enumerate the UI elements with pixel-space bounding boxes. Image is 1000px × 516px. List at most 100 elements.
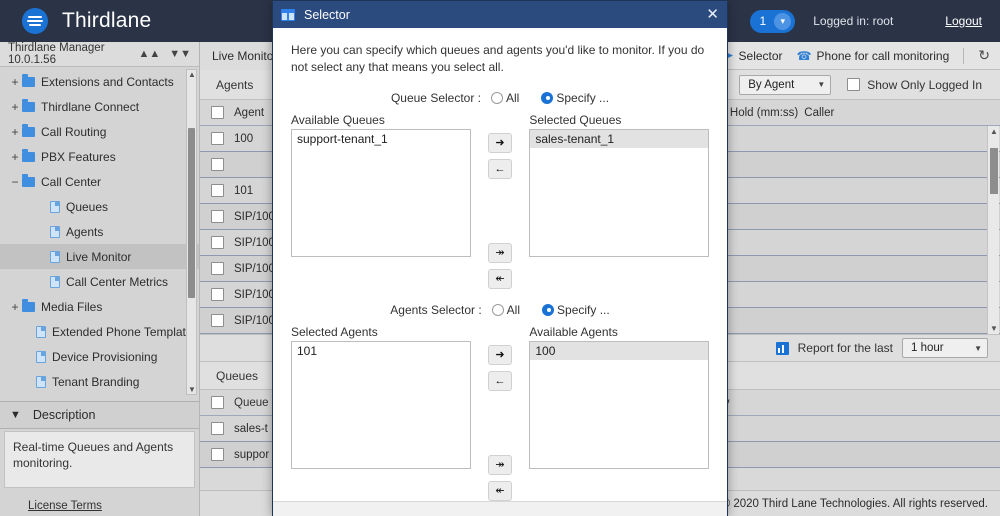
row-checkbox[interactable] [200, 210, 234, 223]
sidebar-item-media-files[interactable]: +Media Files [0, 294, 199, 319]
row-checkbox[interactable] [200, 262, 234, 275]
tree-toggle-icon[interactable]: + [8, 75, 22, 89]
row-checkbox[interactable] [200, 288, 234, 301]
agents-selector-all-radio[interactable]: All [492, 303, 520, 317]
scroll-up-icon[interactable]: ▲ [188, 70, 195, 79]
scroll-down-icon[interactable]: ▼ [188, 385, 195, 394]
row-checkbox[interactable] [200, 158, 234, 171]
show-only-logged-in-checkbox[interactable]: Show Only Logged In [847, 78, 982, 92]
tree-toggle-icon[interactable]: + [8, 150, 22, 164]
available-agents-listbox[interactable]: 100 [529, 341, 709, 469]
sidebar-item-extended-phone-templat[interactable]: Extended Phone Templat... [0, 319, 199, 344]
sidebar-item-call-center[interactable]: −Call Center [0, 169, 199, 194]
row-checkbox[interactable] [200, 132, 234, 145]
queue-move-all-left-button[interactable]: ↞ [488, 269, 512, 289]
phone-icon: ☎ [797, 49, 812, 63]
queues-section-label: Queues [210, 369, 258, 383]
dialog-description: Here you can specify which queues and ag… [291, 42, 709, 77]
queue-selector-radios: Queue Selector : All Specify ... [291, 91, 709, 105]
row-checkbox[interactable] [200, 314, 234, 327]
chevron-down-icon: ▾ [774, 13, 791, 30]
available-agent-option[interactable]: 100 [530, 342, 708, 360]
selected-queue-option[interactable]: sales-tenant_1 [530, 130, 708, 148]
sidebar-item-extensions-and-contacts[interactable]: + Extensions and Contacts [0, 69, 199, 94]
available-queues-column: Available Queues support-tenant_1 [291, 113, 471, 289]
selected-queues-listbox[interactable]: sales-tenant_1 [529, 129, 709, 257]
checkbox-box [847, 78, 860, 91]
double-chevron-down-icon[interactable]: ▼▼ [169, 48, 191, 60]
filter-controls: By Agent ▼ Show Only Logged In [739, 75, 990, 95]
scroll-down-icon[interactable]: ▼ [990, 324, 998, 333]
queue-transfer-buttons: ➜ ← ↠ ↞ [471, 113, 530, 289]
sidebar-item-agents[interactable]: Agents [0, 219, 199, 244]
select-all-checkbox[interactable] [200, 106, 234, 119]
sidebar-item-label: Tenant Branding [52, 375, 139, 389]
row-checkbox[interactable] [200, 184, 234, 197]
description-header[interactable]: ▼ Description [0, 401, 199, 429]
agents-move-left-button[interactable]: ← [488, 371, 512, 391]
tree-toggle-icon[interactable]: + [8, 125, 22, 139]
license-terms-link[interactable]: License Terms [28, 500, 102, 512]
sidebar-item-call-routing[interactable]: + Call Routing [0, 119, 199, 144]
sidebar-item-queues[interactable]: Queues [0, 194, 199, 219]
sidebar-item-label: Queues [66, 200, 108, 214]
agents-move-all-right-button[interactable]: ↠ [488, 455, 512, 475]
selected-agent-option[interactable]: 101 [292, 342, 470, 360]
tenant-selector[interactable]: 1 ▾ [750, 10, 796, 33]
queue-selector-specify-radio[interactable]: Specify ... [541, 91, 609, 105]
row-checkbox[interactable] [200, 236, 234, 249]
sidebar-item-thirdlane-connect[interactable]: +Thirdlane Connect [0, 94, 199, 119]
available-queue-option[interactable]: support-tenant_1 [292, 130, 470, 148]
report-period-select[interactable]: 1 hour ▼ [902, 338, 988, 358]
sidebar-item-label: Agents [66, 225, 103, 239]
group-by-select[interactable]: By Agent ▼ [739, 75, 831, 95]
close-icon[interactable]: ✕ [706, 7, 719, 22]
queue-move-left-button[interactable]: ← [488, 159, 512, 179]
scroll-up-icon[interactable]: ▲ [990, 127, 998, 136]
description-title: Description [33, 408, 96, 422]
toolbar-selector[interactable]: ➤ Selector [724, 49, 782, 63]
selector-dialog: Selector ✕ Here you can specify which qu… [272, 0, 728, 516]
queues-select-all-checkbox[interactable] [200, 396, 234, 409]
queue-move-right-button[interactable]: ➜ [488, 133, 512, 153]
caret-down-icon: ▼ [817, 80, 825, 89]
queue-selector-all-radio[interactable]: All [491, 91, 519, 105]
description-body: Real-time Queues and Agents monitoring. [4, 431, 195, 488]
tree-toggle-icon[interactable]: + [8, 100, 22, 114]
toolbar-selector-label: Selector [739, 49, 783, 63]
toolbar-phone-monitoring[interactable]: ☎ Phone for call monitoring [797, 49, 950, 63]
agents-all-label: All [507, 303, 520, 317]
sidebar-item-call-center-metrics[interactable]: Call Center Metrics [0, 269, 199, 294]
document-icon [50, 201, 60, 213]
refresh-icon[interactable]: ↻ [978, 47, 990, 64]
agents-grid-scrollbar[interactable]: ▲ ▼ [987, 126, 999, 334]
agents-selector-specify-radio[interactable]: Specify ... [542, 303, 610, 317]
document-icon [36, 326, 46, 338]
tree-toggle-icon[interactable]: − [8, 175, 22, 189]
sidebar-item-tenant-branding[interactable]: Tenant Branding [0, 369, 199, 394]
agents-specify-label: Specify ... [557, 303, 610, 317]
row-checkbox[interactable] [200, 448, 234, 461]
sidebar-item-label: Call Routing [41, 125, 106, 139]
document-icon [50, 251, 60, 263]
double-chevron-up-icon[interactable]: ▲▲ [138, 48, 160, 60]
agents-move-all-left-button[interactable]: ↞ [488, 481, 512, 501]
sidebar-scrollbar[interactable]: ▲ ▼ [186, 69, 197, 395]
sidebar-item-pbx-features[interactable]: +PBX Features [0, 144, 199, 169]
available-queues-listbox[interactable]: support-tenant_1 [291, 129, 471, 257]
scrollbar-thumb[interactable] [990, 148, 998, 194]
row-checkbox[interactable] [200, 422, 234, 435]
scrollbar-thumb[interactable] [188, 128, 195, 298]
tree-toggle-icon[interactable]: + [8, 300, 22, 314]
sidebar-item-device-provisioning[interactable]: Device Provisioning [0, 344, 199, 369]
queue-move-all-right-button[interactable]: ↠ [488, 243, 512, 263]
chevron-down-icon: ▼ [10, 409, 21, 421]
agents-move-right-button[interactable]: ➜ [488, 345, 512, 365]
report-label: Report for the last [798, 341, 893, 355]
sidebar-item-live-monitor[interactable]: Live Monitor [0, 244, 199, 269]
selected-agents-listbox[interactable]: 101 [291, 341, 471, 469]
logout-link[interactable]: Logout [945, 14, 982, 28]
sidebar-item-label: Extensions and Contacts [41, 75, 174, 89]
folder-icon [22, 302, 35, 312]
document-icon [50, 226, 60, 238]
